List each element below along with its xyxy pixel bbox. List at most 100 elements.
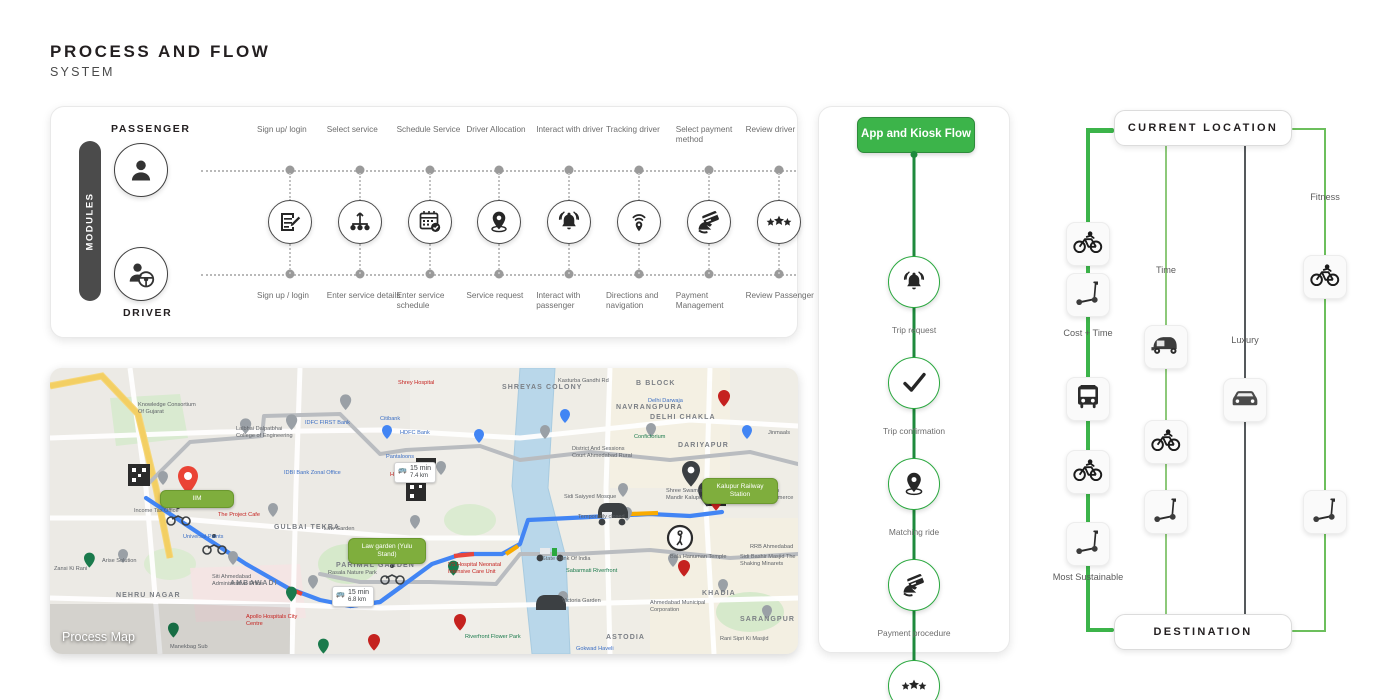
vertical-connector [289, 173, 291, 201]
app-kiosk-flow-panel: App and Kiosk Flow Trip request Trip conf… [818, 106, 1010, 700]
vertical-connector [568, 244, 571, 274]
map-area-label: DELHI CHAKLA [650, 414, 716, 421]
map-place-label: Sabarmati Riverfront [566, 568, 618, 574]
map-mid-chip[interactable]: Law garden (Yulu Stand) [348, 538, 426, 564]
branch-elbow-top [1292, 128, 1325, 130]
vertical-connector [638, 244, 640, 274]
vertical-connector [358, 244, 361, 274]
vertical-connector [707, 173, 710, 201]
three-stars-icon[interactable] [756, 200, 801, 244]
map-place-label: Delhi Darwaja [648, 398, 683, 404]
map-origin-chip[interactable]: IIM [160, 490, 234, 508]
map-area-label: NEHRU NAGAR [116, 592, 181, 599]
branch-line [1165, 128, 1167, 632]
flow-step-check-icon[interactable] [888, 357, 940, 409]
flow-step-hand-card-icon[interactable] [888, 559, 940, 611]
map-place-label: State Bank Of India [542, 556, 591, 562]
mobility-options-panel: CURRENT LOCATION DESTINATION Cost + Time… [1040, 100, 1390, 660]
map-place-label: Arise Solution [102, 558, 137, 564]
map-place-label: Sidi Saiyyed Mosque [564, 494, 617, 500]
driver-step-label: Directions and navigation [606, 291, 659, 311]
map-area-label: SARANGPUR [740, 616, 796, 623]
bicycle-icon [1310, 262, 1340, 293]
map-place-label: The Project Cafe [218, 512, 260, 518]
mode-card-scooter[interactable] [1066, 273, 1110, 317]
mode-card-bus[interactable] [1066, 377, 1110, 421]
mode-card-bicycle[interactable] [1144, 420, 1188, 464]
map-place-label: Zansi Ki Rani [54, 566, 88, 572]
branch-elbow-bottom [1088, 627, 1114, 632]
mode-card-scooter[interactable] [1303, 490, 1347, 534]
vertical-connector [358, 173, 361, 201]
driver-step-label: Enter service details [326, 291, 401, 300]
driver-steering-wheel-icon [114, 247, 168, 301]
flow-step-label: Payment procedure [877, 628, 951, 638]
passenger-step-label: Tracking driver [606, 125, 660, 134]
auto-rickshaw-icon [1150, 333, 1182, 362]
map-place-label: Income Tax Office [134, 508, 179, 514]
map-place-label: Universal Paints [183, 534, 224, 540]
mode-card-scooter[interactable] [1066, 522, 1110, 566]
flow-step-three-stars-icon[interactable] [888, 660, 940, 700]
car-icon [1230, 387, 1260, 414]
driver-label: DRIVER [123, 307, 173, 319]
branch-elbow-bottom [1292, 630, 1325, 632]
passenger-step-label: Schedule Service [396, 125, 461, 134]
map-place-label: Citibank [380, 416, 401, 422]
driver-step-label: Payment Management [675, 291, 724, 311]
map-place-label: Gokwad Haveli [576, 646, 614, 652]
bicycle-icon [1073, 229, 1103, 260]
flow-title-badge: App and Kiosk Flow [857, 117, 975, 153]
map-place-label: Ahmedabad Municipal Corporation [650, 600, 706, 613]
service-tree-icon[interactable] [337, 200, 382, 244]
eta-pill-2: 🚌 15 min 6.8 km [332, 586, 375, 607]
passenger-step-label: Select service [326, 125, 378, 134]
current-location-node: CURRENT LOCATION [1114, 110, 1292, 146]
location-pin-icon[interactable] [477, 200, 522, 244]
branch-label-bottom: Most Sustainable [1052, 572, 1124, 582]
map-place-label: Bala Hanuman Temple [670, 554, 727, 560]
flow-step-map-pin-icon[interactable] [888, 458, 940, 510]
calendar-check-icon[interactable] [407, 200, 452, 244]
map-place-label: Riverfront Flower Park [465, 634, 521, 640]
eta-pill-1: 🚌 15 min 7.4 km [394, 462, 437, 483]
map-place-label: Knowledge Consortium Of Gujarat [138, 402, 196, 415]
mode-card-auto-rickshaw[interactable] [1144, 325, 1188, 369]
mode-card-scooter[interactable] [1144, 490, 1188, 534]
driver-step-label: Service request [466, 291, 524, 300]
passenger-avatar-icon [114, 143, 168, 197]
process-map[interactable]: NAVRANGPURA GULBAI TEKRA AMBAWADI NEHRU NAG… [50, 368, 798, 654]
map-place-label: Pantaloons [386, 454, 414, 460]
tracking-signal-icon[interactable] [617, 200, 661, 244]
vertical-connector [498, 244, 501, 274]
branch-label: Luxury [1231, 335, 1259, 345]
flow-step-bell-icon[interactable] [888, 256, 940, 308]
map-place-label: HDFC Bank [400, 430, 430, 436]
mode-card-bicycle[interactable] [1066, 450, 1110, 494]
map-place-label: Rasala Nature Park [328, 570, 377, 576]
scooter-icon [1073, 279, 1103, 312]
map-place-label: Shrey Hospital [398, 380, 435, 386]
mode-card-car[interactable] [1223, 378, 1267, 422]
vertical-connector [777, 244, 780, 274]
map-destination-chip[interactable]: Kalupur Railway Station [702, 478, 778, 504]
map-caption: Process Map [62, 630, 135, 644]
map-area-label: KHADIA [702, 590, 736, 597]
hand-card-icon[interactable] [686, 200, 731, 244]
vertical-connector [289, 244, 291, 274]
driver-step-label: Interact with passenger [536, 291, 581, 311]
flow-step-label: Trip request [891, 325, 937, 335]
map-area-label: NAVRANGPURA [616, 404, 683, 411]
passenger-label: PASSENGER [111, 123, 191, 135]
mode-card-bicycle[interactable] [1303, 255, 1347, 299]
map-place-label: Victoria Garden [562, 598, 601, 604]
map-place-label: IDBI Bank Zonal Office [284, 470, 341, 476]
map-place-label: Kasturba Gandhi Rd [558, 378, 609, 384]
map-place-label: Law Garden [324, 526, 355, 532]
flow-step-label: Matching ride [888, 527, 940, 537]
flow-step-label: Trip confirmation [882, 426, 946, 436]
mode-card-bicycle[interactable] [1066, 222, 1110, 266]
bell-icon[interactable] [547, 200, 592, 244]
map-place-label: RRB Ahmedabad [750, 544, 794, 550]
signup-form-icon[interactable] [268, 200, 312, 244]
